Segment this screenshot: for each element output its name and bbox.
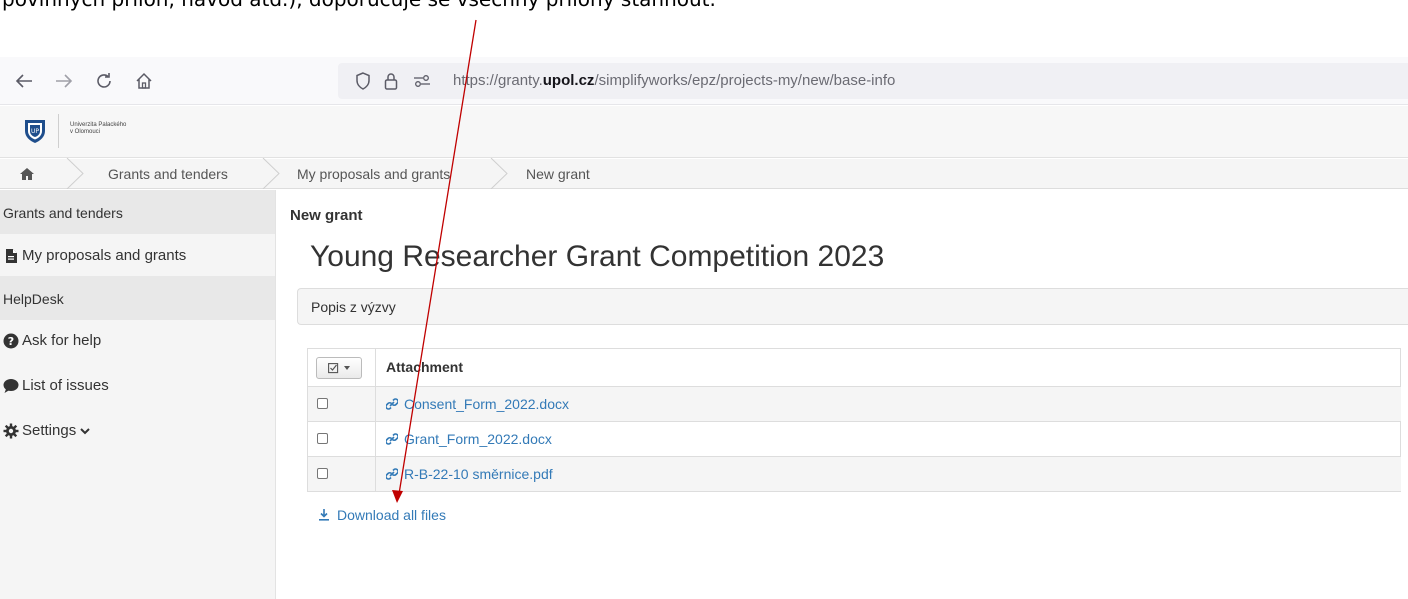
permissions-icon[interactable] [413, 71, 431, 91]
link-icon [386, 468, 398, 480]
document-caption: povinných příloh, návod atd.), doporučuj… [0, 0, 1408, 40]
table-row: Grant_Form_2022.docx [308, 421, 1401, 456]
page-subtitle: New grant [290, 207, 363, 224]
page-title: Young Researcher Grant Competition 2023 [310, 240, 885, 273]
description-panel[interactable]: Popis z výzvy [297, 288, 1408, 325]
row-check-cell [308, 457, 376, 491]
chevron-down-icon [80, 428, 91, 435]
download-icon [319, 509, 329, 521]
question-circle-icon: ? [3, 333, 19, 349]
sidebar-item-settings-label: Settings [22, 422, 91, 439]
logo-divider [58, 114, 59, 148]
address-bar[interactable]: https://granty.upol.cz/simplifyworks/epz… [338, 63, 1408, 99]
attachment-link[interactable]: Grant_Form_2022.docx [386, 431, 552, 447]
sidebar-section-grants[interactable]: Grants and tenders [0, 190, 275, 234]
attachment-link[interactable]: R-B-22-10 směrnice.pdf [386, 466, 553, 482]
sidebar-item-proposals-label: My proposals and grants [22, 247, 187, 264]
home-icon[interactable] [130, 67, 158, 95]
settings-text: Settings [22, 422, 77, 439]
logo-text: Univerzita Palackého v Olomouci [70, 122, 126, 136]
sidebar-item-proposals[interactable]: My proposals and grants [0, 236, 275, 276]
logo-line-1: Univerzita Palackého [70, 122, 127, 128]
sidebar-item-ask[interactable]: ? Ask for help [0, 321, 275, 361]
breadcrumb-grants[interactable]: Grants and tenders [108, 159, 228, 189]
download-all-link[interactable]: Download all files [319, 507, 446, 523]
breadcrumb-separator [262, 158, 280, 189]
breadcrumb-home-icon[interactable] [20, 159, 34, 189]
breadcrumb-separator [66, 158, 84, 189]
browser-toolbar: https://granty.upol.cz/simplifyworks/epz… [0, 57, 1408, 105]
download-all-label: Download all files [337, 507, 446, 523]
select-all-dropdown[interactable] [316, 357, 362, 379]
university-logo-icon[interactable]: UP [23, 118, 47, 144]
caret-down-icon [344, 366, 350, 370]
lock-icon[interactable] [384, 71, 398, 91]
attachment-link[interactable]: Consent_Form_2022.docx [386, 396, 569, 412]
attachment-name: Grant_Form_2022.docx [404, 431, 552, 447]
table-row: Consent_Form_2022.docx [308, 386, 1401, 421]
svg-text:?: ? [8, 335, 14, 348]
url-prefix: https://granty. [453, 72, 543, 89]
row-check-cell [308, 422, 376, 456]
reload-icon[interactable] [90, 67, 118, 95]
sidebar-item-ask-label: Ask for help [22, 332, 102, 349]
attachment-column-header: Attachment [386, 359, 464, 375]
attachment-name: Consent_Form_2022.docx [404, 396, 569, 412]
app-header: UP Univerzita Palackého v Olomouci [0, 106, 1408, 158]
caption-text: povinných příloh, návod atd.), doporučuj… [2, 0, 716, 11]
table-header-row: Attachment [308, 349, 1401, 386]
breadcrumb-proposals[interactable]: My proposals and grants [297, 159, 450, 189]
back-arrow-icon[interactable] [10, 67, 38, 95]
url-domain: upol.cz [542, 72, 595, 89]
file-icon [6, 249, 17, 263]
forward-arrow-icon[interactable] [50, 67, 78, 95]
row-checkbox[interactable] [317, 433, 328, 444]
link-icon [386, 398, 398, 410]
sidebar-section-grants-label: Grants and tenders [3, 205, 123, 221]
header-check-cell [308, 349, 376, 386]
shield-icon[interactable] [355, 71, 371, 91]
svg-text:UP: UP [31, 128, 39, 135]
row-check-cell [308, 387, 376, 421]
table-row: R-B-22-10 směrnice.pdf [308, 456, 1401, 491]
attachment-name: R-B-22-10 směrnice.pdf [404, 466, 553, 482]
breadcrumb: Grants and tenders My proposals and gran… [0, 158, 1408, 189]
sidebar-item-issues[interactable]: List of issues [0, 366, 275, 406]
url-path: /simplifyworks/epz/projects-my/new/base-… [594, 72, 896, 89]
sidebar-item-issues-label: List of issues [22, 377, 109, 394]
gear-icon [3, 423, 19, 439]
comment-icon [3, 379, 19, 393]
link-icon [386, 433, 398, 445]
checkbox-icon [328, 362, 339, 373]
breadcrumb-new-grant: New grant [526, 166, 590, 182]
sidebar-section-helpdesk-label: HelpDesk [3, 291, 64, 307]
url-text[interactable]: https://granty.upol.cz/simplifyworks/epz… [453, 72, 895, 89]
row-checkbox[interactable] [317, 398, 328, 409]
logo-line-2: v Olomouci [70, 129, 101, 135]
attachments-table: Attachment Consent_Form_2022.docx Grant_… [307, 348, 1401, 492]
sidebar: Grants and tenders My proposals and gran… [0, 190, 276, 599]
sidebar-item-settings[interactable]: Settings [0, 411, 275, 451]
breadcrumb-separator [490, 158, 508, 189]
description-panel-label: Popis z výzvy [311, 299, 396, 315]
row-checkbox[interactable] [317, 468, 328, 479]
sidebar-section-helpdesk[interactable]: HelpDesk [0, 276, 275, 320]
